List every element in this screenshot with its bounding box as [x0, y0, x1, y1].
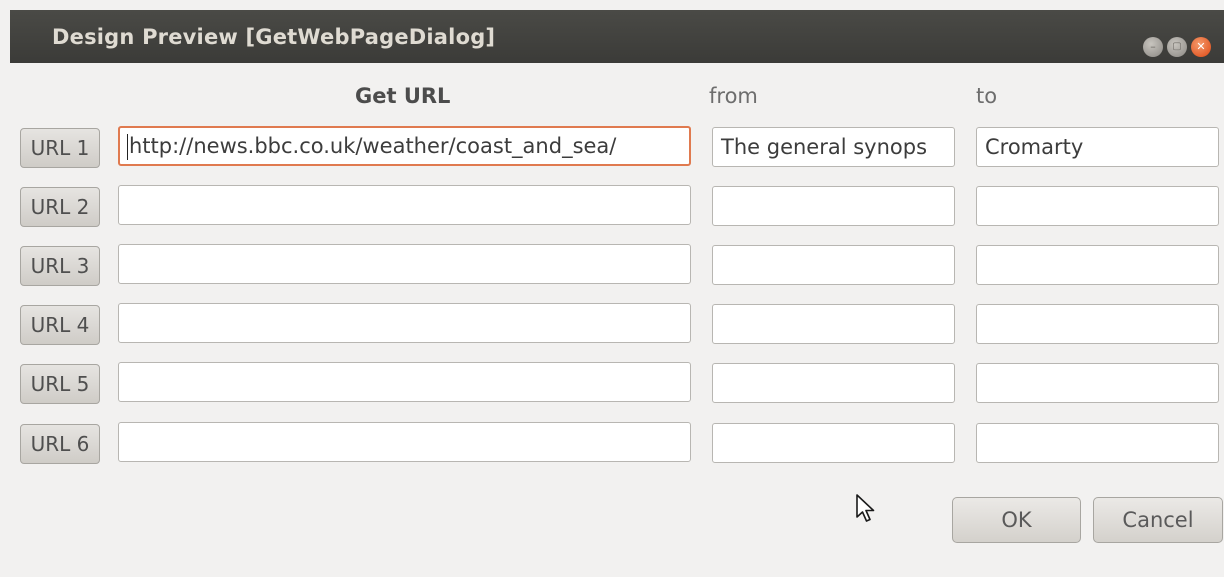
ok-button[interactable]: OK	[952, 497, 1081, 543]
title-bar[interactable]: Design Preview [GetWebPageDialog] – ▢ ✕	[10, 10, 1224, 63]
window-title: Design Preview [GetWebPageDialog]	[52, 25, 496, 49]
from-6-input[interactable]	[712, 423, 955, 463]
url-6-button[interactable]: URL 6	[20, 424, 100, 464]
to-4-input[interactable]	[976, 304, 1219, 344]
from-header: from	[709, 84, 758, 108]
url-3-button[interactable]: URL 3	[20, 246, 100, 286]
url-2-button[interactable]: URL 2	[20, 187, 100, 227]
minimize-icon[interactable]: –	[1143, 37, 1163, 57]
to-2-input[interactable]	[976, 186, 1219, 226]
close-icon[interactable]: ✕	[1191, 37, 1211, 57]
from-1-input[interactable]: The general synops	[712, 127, 955, 167]
url-1-value: http://news.bbc.co.uk/weather/coast_and_…	[129, 134, 617, 158]
from-5-input[interactable]	[712, 363, 955, 403]
to-5-input[interactable]	[976, 363, 1219, 403]
to-header: to	[976, 84, 998, 108]
maximize-icon[interactable]: ▢	[1167, 37, 1187, 57]
to-1-input[interactable]: Cromarty	[976, 127, 1219, 167]
mouse-pointer-icon	[856, 494, 875, 522]
url-5-button[interactable]: URL 5	[20, 364, 100, 404]
get-url-header: Get URL	[355, 84, 451, 108]
to-3-input[interactable]	[976, 245, 1219, 285]
from-4-input[interactable]	[712, 304, 955, 344]
from-2-input[interactable]	[712, 186, 955, 226]
url-4-button[interactable]: URL 4	[20, 305, 100, 345]
url-4-input[interactable]	[118, 303, 691, 343]
url-2-input[interactable]	[118, 185, 691, 225]
from-3-input[interactable]	[712, 245, 955, 285]
url-1-button[interactable]: URL 1	[20, 128, 100, 168]
url-1-input[interactable]: http://news.bbc.co.uk/weather/coast_and_…	[118, 126, 691, 166]
url-5-input[interactable]	[118, 362, 691, 402]
cancel-button[interactable]: Cancel	[1093, 497, 1223, 543]
url-6-input[interactable]	[118, 422, 691, 462]
dialog-window: Design Preview [GetWebPageDialog] – ▢ ✕ …	[0, 0, 1224, 577]
to-6-input[interactable]	[976, 423, 1219, 463]
url-3-input[interactable]	[118, 244, 691, 284]
text-caret	[127, 134, 128, 160]
